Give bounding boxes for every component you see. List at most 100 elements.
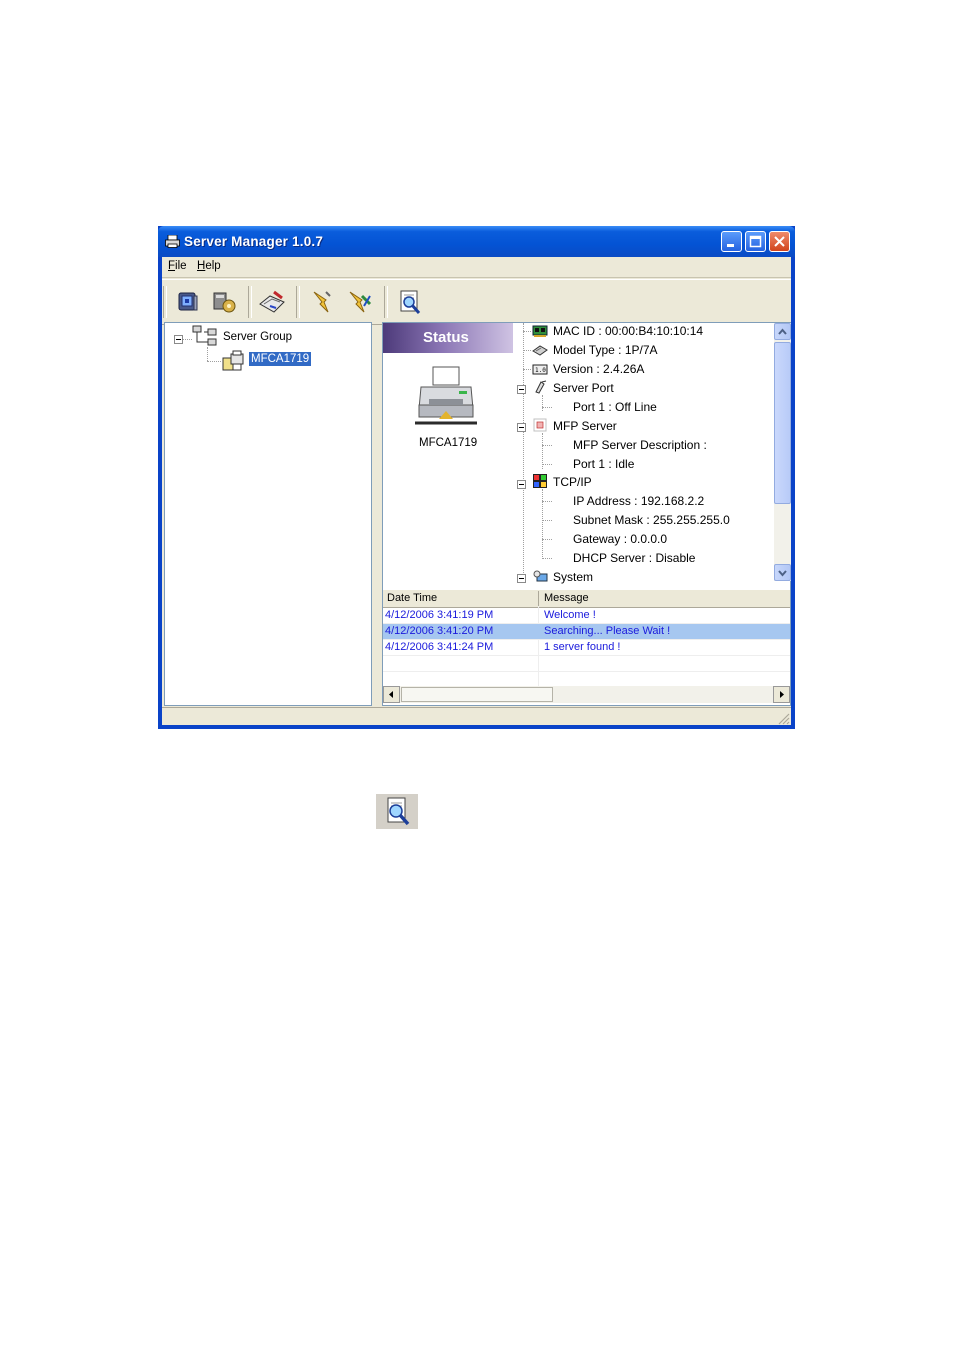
log-row[interactable]: 4/12/2006 3:41:24 PM 1 server found ! bbox=[383, 640, 790, 656]
firmware-version: Version : 2.4.26A bbox=[553, 362, 645, 376]
mfp-server-toggle[interactable] bbox=[517, 423, 526, 432]
log-time: 4/12/2006 3:41:19 PM bbox=[385, 609, 494, 621]
toolbar-separator bbox=[296, 286, 300, 318]
chevron-up-icon bbox=[778, 328, 787, 335]
tcpip-toggle[interactable] bbox=[517, 480, 526, 489]
minimize-button[interactable] bbox=[721, 231, 742, 252]
minimize-icon bbox=[727, 244, 734, 247]
tree-line bbox=[207, 347, 208, 361]
log-message: Welcome ! bbox=[544, 609, 596, 621]
log-time: 4/12/2006 3:41:20 PM bbox=[385, 625, 494, 637]
tree-line bbox=[523, 369, 531, 370]
menu-bar: File Help bbox=[162, 257, 791, 278]
mfp-server-node[interactable]: MFP Server bbox=[553, 419, 617, 433]
server-settings-button[interactable] bbox=[172, 286, 204, 318]
system-icon bbox=[533, 570, 548, 582]
scroll-thumb[interactable] bbox=[774, 342, 791, 504]
tree-line bbox=[542, 539, 552, 540]
chevron-right-icon bbox=[780, 691, 784, 698]
maximize-button[interactable] bbox=[745, 231, 766, 252]
search-server-icon bbox=[400, 290, 421, 314]
column-message[interactable]: Message bbox=[544, 592, 589, 604]
log-row-empty bbox=[383, 656, 790, 672]
server-group-icon bbox=[192, 325, 217, 346]
server-manager-window: Server Manager 1.0.7 File Help Server Gr… bbox=[158, 226, 795, 729]
search-server-icon-sample bbox=[376, 794, 418, 829]
status-header: Status bbox=[383, 323, 513, 353]
disconnect-button[interactable] bbox=[344, 286, 376, 318]
mfp-port-1: Port 1 : Idle bbox=[573, 457, 635, 471]
connect-button[interactable] bbox=[308, 286, 340, 318]
toolbar-grip bbox=[163, 286, 167, 318]
server-port-toggle[interactable] bbox=[517, 385, 526, 394]
scroll-left-button[interactable] bbox=[383, 686, 400, 703]
system-node[interactable]: System bbox=[553, 570, 593, 584]
log-row[interactable]: 4/12/2006 3:41:19 PM Welcome ! bbox=[383, 608, 790, 624]
tree-line bbox=[542, 520, 552, 521]
printer-server-icon bbox=[222, 350, 244, 371]
status-vertical-scrollbar[interactable] bbox=[774, 323, 791, 581]
subnet-mask: Subnet Mask : 255.255.255.0 bbox=[573, 513, 730, 527]
menu-help-label: elp bbox=[205, 260, 221, 272]
server-port-1: Port 1 : Off Line bbox=[573, 400, 657, 414]
mac-id: MAC ID : 00:00:B4:10:10:14 bbox=[553, 324, 704, 338]
svg-text:1.0: 1.0 bbox=[535, 367, 546, 374]
server-settings-icon bbox=[178, 292, 198, 311]
tree-line bbox=[542, 464, 552, 465]
scroll-right-button[interactable] bbox=[773, 686, 790, 703]
tree-line bbox=[542, 501, 552, 502]
column-date-time[interactable]: Date Time bbox=[387, 592, 437, 604]
tree-line bbox=[542, 407, 552, 408]
tree-node-device[interactable]: MFCA1719 bbox=[249, 352, 312, 366]
chevron-left-icon bbox=[389, 691, 393, 698]
scroll-down-button[interactable] bbox=[774, 564, 791, 581]
close-button[interactable] bbox=[769, 231, 790, 252]
system-toggle[interactable] bbox=[517, 574, 526, 583]
mfp-server-icon bbox=[533, 418, 547, 432]
network-card-icon bbox=[532, 325, 548, 337]
configure-button[interactable] bbox=[208, 286, 240, 318]
tree-line bbox=[523, 331, 531, 332]
disconnect-icon bbox=[349, 291, 372, 313]
server-port-node[interactable]: Server Port bbox=[553, 381, 614, 395]
device-name: MFCA1719 bbox=[419, 437, 478, 449]
toolbar-separator bbox=[384, 286, 388, 318]
scroll-up-button[interactable] bbox=[774, 323, 791, 340]
menu-file[interactable]: File bbox=[168, 260, 187, 272]
log-message: Searching... Please Wait ! bbox=[544, 625, 671, 637]
title-bar[interactable]: Server Manager 1.0.7 bbox=[158, 226, 795, 257]
log-horizontal-scrollbar[interactable] bbox=[383, 686, 790, 703]
status-pane: Status MFCA1719 MAC ID: 00:00:B4:10:10:… bbox=[382, 322, 791, 706]
tree-line bbox=[183, 339, 192, 340]
connect-icon bbox=[313, 291, 331, 313]
search-server-button[interactable] bbox=[394, 286, 426, 318]
log-row[interactable]: 4/12/2006 3:41:20 PM Searching... Please… bbox=[383, 624, 790, 640]
model-printer-icon bbox=[532, 345, 548, 356]
gateway: Gateway : 0.0.0.0 bbox=[573, 532, 668, 546]
menu-file-label: ile bbox=[175, 260, 187, 272]
window-client: File Help Server Group MFCA1719 Status M… bbox=[162, 257, 791, 725]
message-log[interactable]: Date Time Message 4/12/2006 3:41:19 PM W… bbox=[383, 589, 790, 705]
horizontal-scroll-thumb[interactable] bbox=[401, 687, 553, 702]
tree-line bbox=[523, 350, 531, 351]
port-icon bbox=[535, 380, 547, 394]
mfp-server-description: MFP Server Description : bbox=[573, 438, 707, 452]
toolbar bbox=[162, 279, 791, 325]
menu-help[interactable]: Help bbox=[197, 260, 221, 272]
resize-grip-icon[interactable] bbox=[776, 711, 790, 725]
tree-line bbox=[207, 361, 221, 362]
dhcp-server: DHCP Server : Disable bbox=[573, 551, 696, 565]
menu-file-accel: F bbox=[168, 260, 176, 272]
server-tree[interactable]: Server Group MFCA1719 bbox=[164, 322, 372, 706]
tree-node-server-group[interactable]: Server Group bbox=[223, 331, 292, 343]
status-title: Status bbox=[423, 329, 469, 346]
log-header: Date Time Message bbox=[383, 589, 790, 608]
tree-collapse-toggle[interactable] bbox=[174, 335, 183, 344]
column-divider[interactable] bbox=[538, 591, 539, 606]
tcpip-node[interactable]: TCP/IP bbox=[553, 475, 592, 489]
log-message: 1 server found ! bbox=[544, 641, 621, 653]
printer-device-icon bbox=[415, 366, 477, 425]
edit-server-button[interactable] bbox=[256, 286, 288, 318]
toolbar-separator bbox=[248, 286, 252, 318]
ip-address: IP Address : 192.168.2.2 bbox=[573, 494, 705, 508]
